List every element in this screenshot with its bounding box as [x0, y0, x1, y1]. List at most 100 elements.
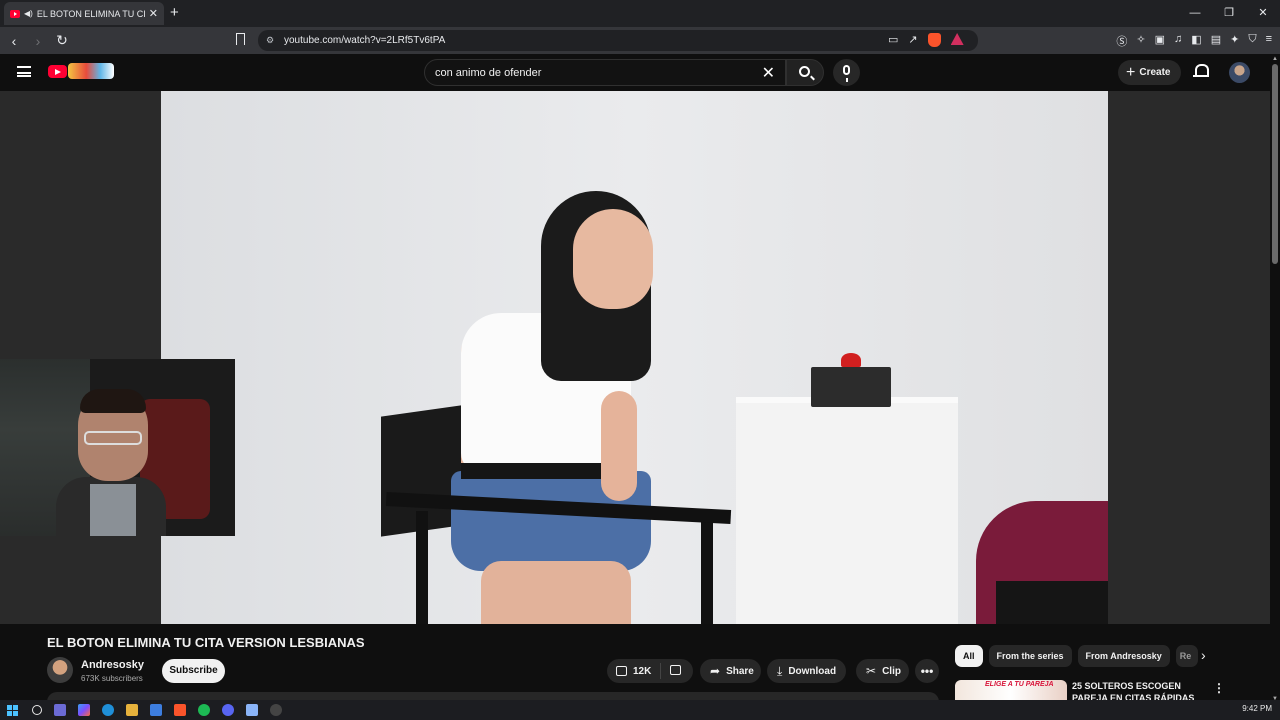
reload-button[interactable]: ↻	[52, 32, 72, 49]
guide-menu-icon[interactable]	[17, 66, 31, 77]
new-tab-button[interactable]: +	[170, 4, 179, 21]
microphone-icon	[843, 65, 850, 82]
youtube-masthead: con animo de ofender ✕ + Create	[0, 54, 1270, 91]
create-button[interactable]: + Create	[1118, 60, 1181, 85]
notifications-bell-icon[interactable]	[1193, 64, 1209, 79]
windows-start-icon[interactable]	[7, 704, 18, 716]
thumbnail-text: ELIGE A TU PAREJA	[985, 681, 1054, 688]
extension-box-icon[interactable]: ▣	[1155, 33, 1165, 49]
chip-all[interactable]: All	[955, 645, 983, 667]
minimize-button[interactable]: —	[1178, 0, 1212, 27]
like-count: 12K	[633, 665, 652, 677]
windows-taskbar: 9:42 PM	[0, 700, 1280, 720]
like-dislike-group: 12K	[607, 659, 693, 683]
spotify-icon[interactable]	[198, 704, 210, 716]
like-button[interactable]: 12K	[607, 663, 662, 679]
remote-desktop-icon[interactable]	[246, 704, 258, 716]
teams-icon[interactable]	[54, 704, 66, 716]
channel-avatar[interactable]	[47, 657, 73, 683]
bookmark-icon[interactable]	[236, 33, 245, 45]
window-controls: — ❐ ✕	[1178, 0, 1280, 27]
extension-s-icon[interactable]: Ⓢ	[1116, 33, 1127, 49]
discord-icon[interactable]	[222, 704, 234, 716]
share-page-icon[interactable]: ↗	[908, 33, 917, 47]
more-horizontal-icon: •••	[920, 664, 934, 678]
menu-icon[interactable]: ≡	[1266, 33, 1272, 49]
scrollbar-thumb[interactable]	[1272, 64, 1278, 264]
clip-button[interactable]: ✂ Clip	[856, 659, 909, 683]
player-letterbox-left	[0, 91, 161, 624]
brave-rewards-icon[interactable]	[950, 33, 964, 45]
person-face	[573, 209, 653, 309]
search-button[interactable]	[786, 59, 824, 86]
youtube-logo-icon[interactable]	[48, 65, 67, 78]
back-button[interactable]: ‹	[4, 33, 24, 49]
site-info-icon[interactable]: ⚙	[266, 35, 276, 46]
page-scrollbar[interactable]: ▲ ▼	[1270, 54, 1280, 704]
address-bar-actions: ▭ ↗	[888, 33, 964, 47]
channel-name[interactable]: Andresosky	[81, 659, 144, 671]
extensions-puzzle-icon[interactable]: ✧	[1136, 33, 1145, 49]
share-button[interactable]: ➦ Share	[700, 659, 761, 683]
person-belt	[461, 463, 611, 479]
audio-playing-icon[interactable]: ◀)	[24, 9, 33, 18]
cast-icon[interactable]: ▭	[888, 33, 898, 47]
chevron-right-icon[interactable]: ›	[1201, 647, 1206, 663]
subscriber-count: 673K subscribers	[81, 674, 143, 683]
restore-button[interactable]: ❐	[1212, 0, 1246, 27]
button-box	[811, 367, 891, 407]
dislike-button[interactable]	[661, 664, 696, 678]
scroll-up-icon[interactable]: ▲	[1272, 56, 1278, 62]
browser-toolbar: ‹ › ↻ ⚙ youtube.com/watch?v=2LRf5Tv6tPA …	[0, 27, 1280, 54]
wallet-icon[interactable]: ▤	[1211, 33, 1221, 49]
plus-icon: +	[1126, 63, 1136, 81]
file-explorer-icon[interactable]	[126, 704, 138, 716]
settings-app-icon[interactable]	[270, 704, 282, 716]
browser-tab-active[interactable]: ◀) EL BOTON ELIMINA TU CITA V ✕	[4, 2, 164, 25]
url-text: youtube.com/watch?v=2LRf5Tv6tPA	[284, 35, 446, 46]
brave-shields-icon[interactable]	[927, 33, 941, 47]
search-input[interactable]: con animo de ofender ✕	[424, 59, 786, 86]
create-label: Create	[1139, 67, 1171, 78]
download-button[interactable]: ⤓ Download	[767, 659, 846, 683]
youtube-doodle-logo[interactable]	[68, 63, 114, 79]
clear-search-icon[interactable]: ✕	[762, 63, 775, 83]
leo-ai-icon[interactable]: ✦	[1230, 33, 1239, 49]
forward-button[interactable]: ›	[28, 33, 48, 49]
taskbar-search-icon[interactable]	[32, 705, 42, 715]
chip-related[interactable]: Re	[1175, 645, 1198, 667]
webcam-hair	[80, 389, 146, 413]
chip-from-andresosky[interactable]: From Andresosky	[1077, 645, 1170, 667]
scissors-icon: ✂	[866, 664, 877, 678]
close-tab-icon[interactable]: ✕	[149, 7, 158, 20]
chair-leg	[416, 511, 428, 624]
taskbar-clock[interactable]: 9:42 PM	[1242, 704, 1272, 713]
subscribe-button[interactable]: Subscribe	[162, 659, 225, 683]
related-filter-chips: All From the series From Andresosky Re	[955, 645, 1198, 667]
second-chair	[996, 581, 1108, 624]
thumbs-down-icon	[670, 664, 682, 675]
share-label: Share	[726, 665, 754, 677]
youtube-favicon-icon	[10, 9, 20, 18]
search-query-text: con animo de ofender	[435, 66, 542, 79]
white-pedestal	[736, 403, 958, 624]
more-actions-button[interactable]: •••	[915, 659, 939, 683]
person-arm	[601, 391, 637, 501]
brave-browser-icon[interactable]	[174, 704, 186, 716]
account-avatar[interactable]	[1229, 62, 1250, 83]
microsoft-store-icon[interactable]	[150, 704, 162, 716]
video-player[interactable]	[0, 91, 1270, 624]
voice-search-button[interactable]	[833, 59, 860, 86]
media-controls-icon[interactable]: ♫	[1174, 33, 1182, 49]
address-bar[interactable]: ⚙ youtube.com/watch?v=2LRf5Tv6tPA	[258, 30, 978, 51]
download-icon: ⤓	[777, 663, 783, 678]
close-window-button[interactable]: ✕	[1246, 0, 1280, 27]
vpn-icon[interactable]: ⛉	[1248, 33, 1256, 49]
sidebar-toggle-icon[interactable]: ◧	[1191, 33, 1201, 49]
edge-icon[interactable]	[102, 704, 114, 716]
copilot-icon[interactable]	[78, 704, 90, 716]
chip-from-the-series[interactable]: From the series	[988, 645, 1072, 667]
video-frame[interactable]	[161, 91, 1108, 624]
more-vertical-icon[interactable]: ⋮	[1213, 681, 1225, 695]
webcam-overlay	[0, 359, 235, 536]
